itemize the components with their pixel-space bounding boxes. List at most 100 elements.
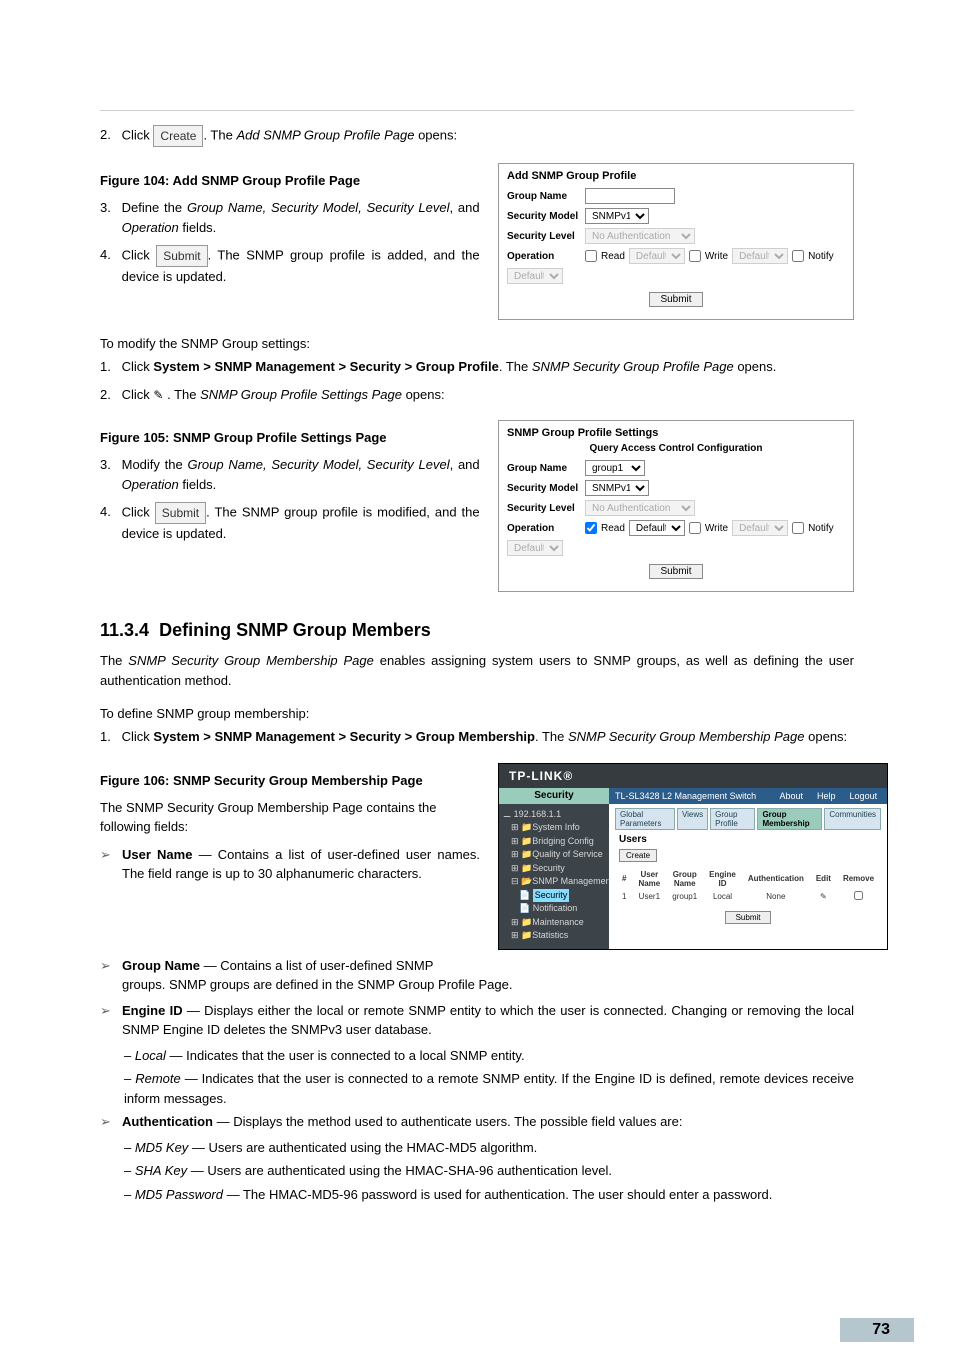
text: fields. (179, 477, 217, 492)
edit-icon: ✎ (153, 386, 163, 404)
notify-checkbox[interactable] (792, 250, 804, 262)
modify-step-3: 3. Modify the Group Name, Security Model… (100, 455, 480, 494)
notify-checkbox[interactable] (792, 522, 804, 534)
write-checkbox[interactable] (689, 522, 701, 534)
cell-auth: None (743, 890, 809, 903)
notify-label: Notify (808, 251, 834, 262)
read-select[interactable]: Default (629, 520, 685, 536)
submit-button[interactable]: Submit (725, 911, 772, 924)
sub-desc: — Indicates that the user is connected t… (166, 1048, 525, 1063)
tree-item-security[interactable]: ⊞ 📁Security (503, 862, 605, 876)
modify-step-2: 2. Click ✎ . The SNMP Group Profile Sett… (100, 385, 854, 405)
read-checkbox[interactable] (585, 250, 597, 262)
text: , and (450, 457, 480, 472)
cell-remove[interactable] (838, 890, 879, 903)
tree-item-snmp-mgmt[interactable]: ⊟ 📂SNMP Management (503, 875, 605, 889)
text: , and (450, 200, 480, 215)
write-select: Default (732, 520, 788, 536)
panel-title: Add SNMP Group Profile (507, 170, 845, 182)
header-bar: TL-SL3428 L2 Management Switch About Hel… (609, 788, 887, 804)
link-about[interactable]: About (780, 791, 804, 801)
page-number: 73 (840, 1318, 914, 1342)
write-select: Default (732, 248, 788, 264)
tab-bar: Global Parameters Views Group Profile Gr… (615, 808, 881, 830)
define-step-1: 1. Click System > SNMP Management > Secu… (100, 727, 854, 747)
th-edit: Edit (811, 870, 836, 888)
security-level-label: Security Level (507, 231, 581, 242)
figure-105-caption: Figure 105: SNMP Group Profile Settings … (100, 430, 480, 445)
field-name: Authentication (122, 1114, 213, 1129)
read-checkbox[interactable] (585, 522, 597, 534)
app-screenshot: TP-LINK® Security ⚊ 192.168.1.1 ⊞ 📁Syste… (498, 763, 888, 950)
text: Click (122, 387, 154, 402)
text: opens: (805, 729, 848, 744)
remove-checkbox[interactable] (854, 891, 863, 900)
bullet-icon: ➢ (100, 956, 114, 995)
text: Click (122, 127, 154, 142)
write-checkbox[interactable] (689, 250, 701, 262)
tree-item-bridging[interactable]: ⊞ 📁Bridging Config (503, 835, 605, 849)
notify-label: Notify (808, 523, 834, 534)
cell-username: User1 (633, 890, 665, 903)
field-name: Group Name (122, 958, 200, 973)
submit-button[interactable]: Submit (649, 292, 702, 307)
menu-path: System > SNMP Management > Security > Gr… (153, 359, 498, 374)
tree-item-qos[interactable]: ⊞ 📁Quality of Service (503, 848, 605, 862)
step-number: 2. (100, 125, 118, 145)
field-user-name: ➢ User Name — Contains a list of user-de… (100, 845, 480, 884)
field-engine-id: ➢ Engine ID — Displays either the local … (100, 1001, 854, 1040)
nav-tree: ⚊ 192.168.1.1 ⊞ 📁System Info ⊞ 📁Bridging… (499, 804, 609, 949)
text: . The (535, 729, 568, 744)
cell-engineid: Local (704, 890, 741, 903)
tab-group-membership[interactable]: Group Membership (757, 808, 822, 830)
query-access-header: Query Access Control Configuration (507, 443, 845, 454)
group-name-input[interactable] (585, 188, 675, 204)
panel-title: SNMP Group Profile Settings (507, 427, 845, 439)
notify-select: Default (507, 540, 563, 556)
security-model-label: Security Model (507, 211, 581, 222)
text: Click (122, 247, 157, 262)
tree-item-statistics[interactable]: ⊞ 📁Statistics (503, 929, 605, 943)
security-level-select: No Authentication (585, 228, 695, 244)
section-intro: The SNMP Security Group Membership Page … (100, 651, 854, 690)
security-level-select: No Authentication (585, 500, 695, 516)
link-logout[interactable]: Logout (850, 791, 878, 801)
security-model-select[interactable]: SNMPv1 (585, 208, 649, 224)
tree-item-maintenance[interactable]: ⊞ 📁Maintenance (503, 916, 605, 930)
tab-group-profile[interactable]: Group Profile (710, 808, 755, 830)
sub-name: SHA Key (135, 1163, 187, 1178)
field-desc: — Contains a list of user-defined SNMP (200, 958, 433, 973)
sub-desc: — Indicates that the user is connected t… (124, 1071, 854, 1106)
group-name-select[interactable]: group1 (585, 460, 645, 476)
link-help[interactable]: Help (817, 791, 836, 801)
text: . The (167, 387, 200, 402)
field-name: User Name (122, 847, 192, 862)
cell-edit[interactable]: ✎ (811, 890, 836, 903)
security-model-select[interactable]: SNMPv1 (585, 480, 649, 496)
tree-item-snmp-security[interactable]: 📄 Security (503, 889, 605, 903)
create-button[interactable]: Create (619, 849, 657, 862)
tree-item-notification[interactable]: 📄 Notification (503, 902, 605, 916)
th-engineid: Engine ID (704, 870, 741, 888)
text: fields. (179, 220, 217, 235)
th-auth: Authentication (743, 870, 809, 888)
table-header: # User Name Group Name Engine ID Authent… (617, 870, 879, 888)
field-desc-cont: groups. SNMP groups are defined in the S… (122, 977, 512, 992)
submit-button[interactable]: Submit (649, 564, 702, 579)
tree-item-system-info[interactable]: ⊞ 📁System Info (503, 821, 605, 835)
th-remove: Remove (838, 870, 879, 888)
modify-step-4: 4. Click Submit. The SNMP group profile … (100, 502, 480, 544)
bullet-icon: ➢ (100, 1001, 114, 1040)
read-label: Read (601, 523, 625, 534)
users-table: # User Name Group Name Engine ID Authent… (615, 868, 881, 905)
tab-views[interactable]: Views (677, 808, 708, 830)
sub-name: Remote (135, 1071, 181, 1086)
tree-root[interactable]: ⚊ 192.168.1.1 (503, 808, 605, 822)
text: Modify the (122, 457, 188, 472)
step-2: 2. Click Create. The Add SNMP Group Prof… (100, 125, 854, 147)
tab-global-parameters[interactable]: Global Parameters (615, 808, 675, 830)
tab-communities[interactable]: Communities (824, 808, 881, 830)
text: Click (122, 359, 154, 374)
device-title: TL-SL3428 L2 Management Switch (609, 791, 756, 801)
text-italic: Group Name, Security Model, Security Lev… (187, 457, 449, 472)
